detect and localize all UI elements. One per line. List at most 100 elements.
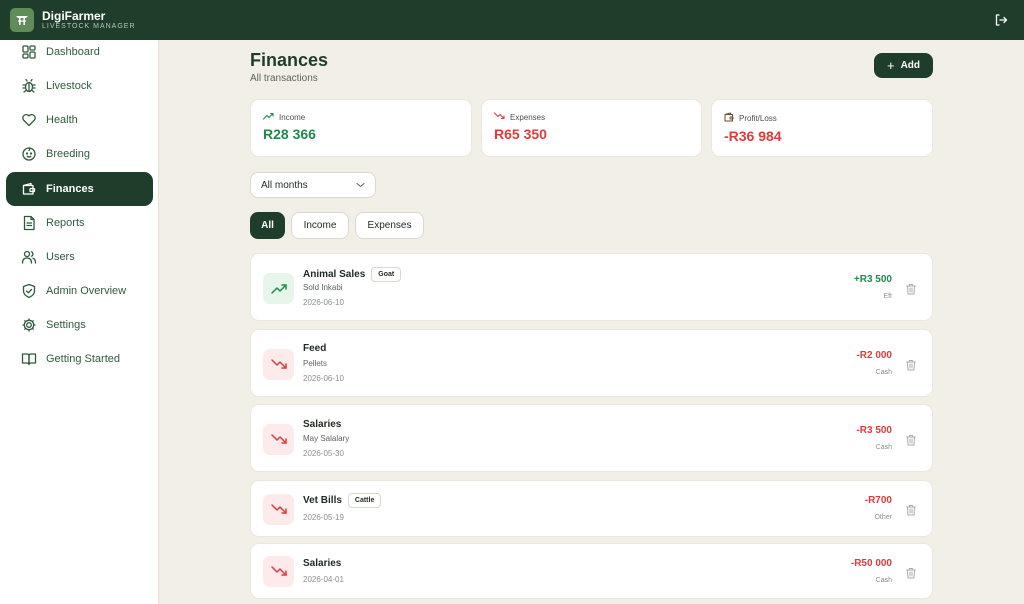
transaction-title: Salaries	[303, 419, 342, 430]
gear-icon	[20, 317, 37, 334]
trending-down-icon	[263, 424, 294, 455]
sidebar-item-users[interactable]: Users	[6, 240, 153, 274]
transaction-card[interactable]: Animal Sales Goat Sold Inkabi 2026-06-10…	[250, 253, 933, 321]
bug-icon	[20, 78, 37, 95]
transaction-title: Salaries	[303, 558, 342, 569]
sidebar-item-label: Livestock	[46, 80, 92, 92]
trash-icon[interactable]	[905, 358, 917, 371]
trash-icon[interactable]	[905, 282, 917, 295]
sidebar-item-label: Getting Started	[46, 353, 120, 365]
income-card: Income R28 366	[250, 99, 472, 157]
file-text-icon	[20, 215, 37, 232]
expenses-card: Expenses R65 350	[481, 99, 702, 157]
sidebar-item-breeding[interactable]: Breeding	[6, 137, 153, 171]
chevron-down-icon	[356, 180, 365, 191]
app-name: DigiFarmer	[42, 9, 106, 23]
sidebar-item-label: Settings	[46, 319, 86, 331]
transaction-date: 2026-06-10	[303, 298, 344, 307]
transaction-amount: -R50 000	[850, 558, 892, 569]
sidebar-item-getting-started[interactable]: Getting Started	[6, 342, 153, 376]
sidebar-item-dashboard[interactable]: Dashboard	[6, 35, 153, 69]
plus-icon: +	[886, 58, 895, 73]
users-icon	[20, 249, 37, 266]
payment-method: Cash	[875, 444, 892, 451]
transaction-card[interactable]: Salaries May Salalary 2026-05-30 -R3 500…	[250, 404, 933, 472]
transaction-amount: +R3 500	[853, 274, 892, 285]
sidebar-item-label: Dashboard	[46, 46, 100, 58]
trending-up-icon	[262, 112, 274, 122]
app-subtitle: LIVESTOCK MANAGER	[42, 23, 136, 30]
income-label: Income	[279, 112, 306, 122]
trending-down-icon	[493, 112, 505, 122]
profit-loss-value: -R36 984	[724, 128, 782, 144]
tab-income[interactable]: Income	[291, 212, 349, 239]
month-filter-value: All months	[261, 179, 308, 191]
transaction-date: 2026-05-30	[303, 449, 344, 458]
transaction-card[interactable]: Vet Bills Cattle 2026-05-19 -R700 Other	[250, 480, 933, 537]
transaction-title: Feed	[303, 343, 327, 354]
trash-icon[interactable]	[905, 566, 917, 579]
transaction-date: 2026-04-01	[303, 575, 344, 584]
sidebar-item-label: Breeding	[46, 148, 91, 160]
brand: DigiFarmer LIVESTOCK MANAGER	[42, 10, 136, 30]
sidebar-item-settings[interactable]: Settings	[6, 308, 153, 342]
wallet-icon	[20, 181, 37, 198]
transaction-card[interactable]: Feed Pellets 2026-06-10 -R2 000 Cash	[250, 329, 933, 397]
transaction-amount: -R700	[864, 495, 892, 506]
transaction-title: Animal Sales	[303, 269, 366, 280]
dashboard-icon	[20, 44, 37, 61]
category-badge: Cattle	[347, 493, 382, 508]
transaction-amount: -R3 500	[856, 425, 892, 436]
transaction-amount: -R2 000	[856, 350, 892, 361]
trending-down-icon	[263, 349, 294, 380]
transaction-date: 2026-06-10	[303, 374, 344, 383]
payment-method: Cash	[875, 577, 892, 584]
payment-method: Other	[874, 514, 892, 521]
tab-all[interactable]: All	[250, 212, 285, 239]
payment-method: Eft	[883, 293, 892, 300]
expenses-label: Expenses	[510, 112, 546, 122]
farm-logo-icon	[10, 8, 34, 32]
transaction-title: Vet Bills	[303, 495, 342, 506]
tab-expenses[interactable]: Expenses	[355, 212, 424, 239]
expenses-value: R65 350	[494, 126, 547, 142]
profit-loss-card: Profit/Loss -R36 984	[711, 99, 933, 157]
transaction-description: Pellets	[303, 359, 328, 368]
trash-icon[interactable]	[905, 433, 917, 446]
sidebar-item-label: Admin Overview	[46, 285, 127, 297]
transaction-description: May Salalary	[303, 434, 350, 443]
heart-icon	[20, 112, 37, 129]
wallet-icon	[724, 112, 734, 124]
sidebar-item-admin-overview[interactable]: Admin Overview	[6, 274, 153, 308]
page-subtitle: All transactions	[250, 73, 318, 84]
trending-up-icon	[263, 273, 294, 304]
category-badge: Goat	[371, 267, 402, 282]
sidebar: Dashboard Livestock Health Breeding Fina…	[0, 40, 159, 604]
baby-icon	[20, 146, 37, 163]
sidebar-item-health[interactable]: Health	[6, 103, 153, 137]
profit-loss-label: Profit/Loss	[739, 113, 777, 123]
sidebar-item-reports[interactable]: Reports	[6, 206, 153, 240]
sidebar-item-label: Reports	[46, 217, 85, 229]
sidebar-item-label: Users	[46, 251, 75, 263]
sidebar-item-label: Finances	[46, 183, 94, 195]
page-title: Finances	[250, 50, 329, 70]
trending-down-icon	[263, 494, 294, 525]
transaction-card[interactable]: Salaries 2026-04-01 -R50 000 Cash	[250, 543, 933, 599]
payment-method: Cash	[875, 369, 892, 376]
sidebar-item-label: Health	[46, 114, 78, 126]
add-button-label: Add	[900, 60, 921, 71]
income-value: R28 366	[263, 126, 316, 142]
trending-down-icon	[263, 556, 294, 587]
add-button[interactable]: + Add	[874, 53, 933, 78]
transaction-date: 2026-05-19	[303, 513, 344, 522]
book-icon	[20, 351, 37, 368]
sidebar-item-livestock[interactable]: Livestock	[6, 69, 153, 103]
month-filter-select[interactable]: All months	[250, 172, 376, 198]
logout-icon[interactable]	[994, 13, 1008, 27]
trash-icon[interactable]	[905, 503, 917, 516]
sidebar-item-finances[interactable]: Finances	[6, 172, 153, 206]
transaction-description: Sold Inkabi	[303, 283, 343, 292]
top-bar: DigiFarmer LIVESTOCK MANAGER	[0, 0, 1024, 40]
shield-icon	[20, 283, 37, 300]
